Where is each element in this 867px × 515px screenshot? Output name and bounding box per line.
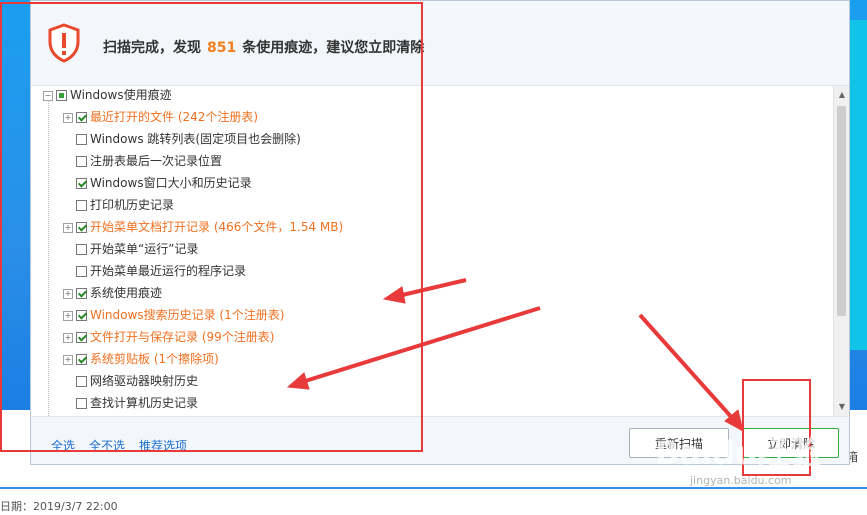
scroll-up-arrow-icon[interactable]: ▲ — [837, 90, 847, 100]
background-side-panel — [850, 20, 867, 350]
background-divider — [0, 487, 867, 489]
scroll-thumb[interactable] — [837, 106, 846, 316]
baidu-watermark-url: jingyan.baidu.com — [690, 474, 792, 487]
baidu-watermark: Baidu经验 — [655, 434, 822, 472]
background-date-text: 日期：2019/3/7 22:00 — [0, 500, 118, 513]
scroll-down-arrow-icon[interactable]: ▼ — [837, 402, 847, 412]
annotation-box-list — [0, 2, 423, 452]
tree-scrollbar[interactable]: ▲ ▼ — [833, 86, 849, 416]
